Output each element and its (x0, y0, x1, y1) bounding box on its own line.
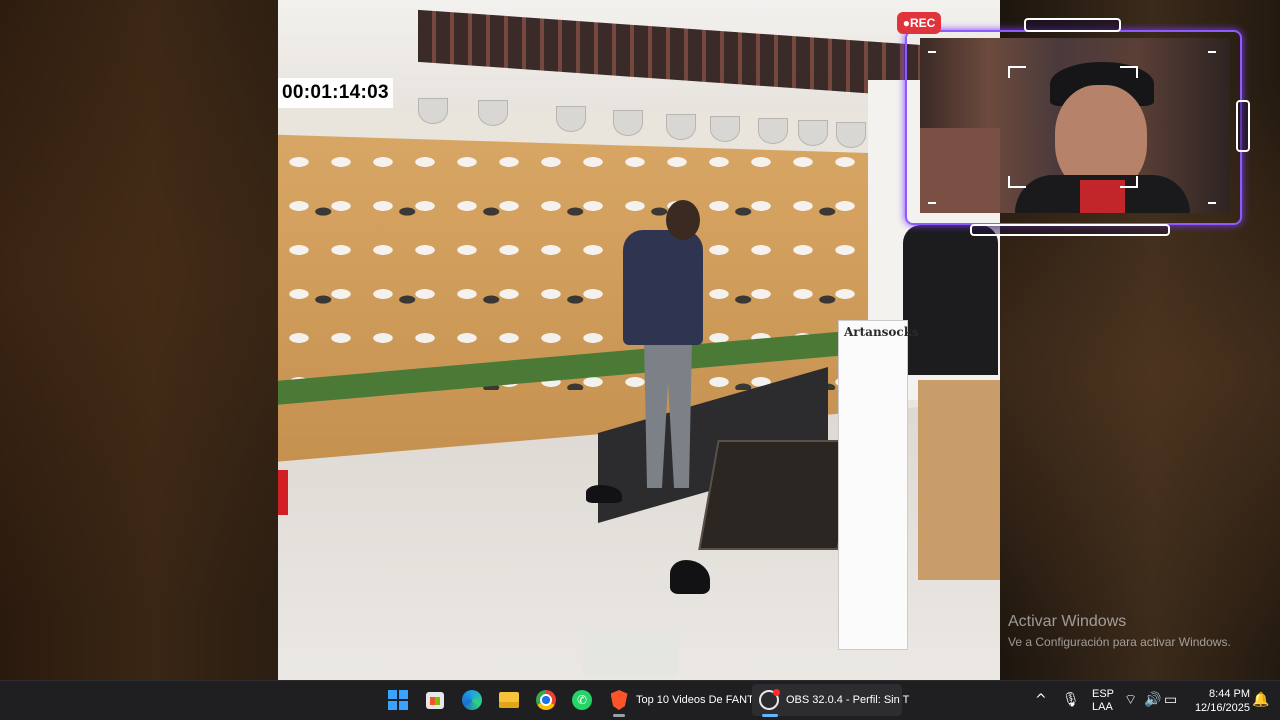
taskbar-store[interactable] (424, 689, 446, 711)
faded-overlay (583, 635, 678, 677)
brave-window-title[interactable]: Top 10 Videos De FANTA (636, 693, 760, 707)
show-hidden-icons-chevron-up-icon[interactable]: ^ (1035, 692, 1047, 708)
keyboard-layout-code: LAA (1092, 701, 1113, 713)
microphone-icon[interactable]: 🎙 (1062, 692, 1080, 708)
file-explorer-icon (499, 692, 519, 708)
taskbar-chrome[interactable] (535, 689, 557, 711)
customer-body (623, 230, 703, 345)
notification-bell-icon[interactable]: 🔔 (1252, 692, 1269, 708)
webcam-frame-side-tab (1236, 100, 1250, 152)
active-indicator (762, 714, 778, 717)
rec-badge: ●REC (897, 12, 941, 34)
running-indicator (613, 714, 625, 717)
whatsapp-icon: ✆ (572, 690, 592, 710)
taskbar-whatsapp[interactable]: ✆ (571, 689, 593, 711)
taskbar-file-explorer[interactable] (498, 689, 520, 711)
clock-date: 12/16/2025 (1194, 702, 1250, 714)
edge-icon (462, 690, 482, 710)
floor-shoe (586, 485, 622, 503)
brave-icon (610, 690, 628, 710)
ceiling-lamp (556, 106, 586, 132)
customer-head (666, 200, 700, 240)
ceiling-lamp (478, 100, 508, 126)
taskbar-edge[interactable] (461, 689, 483, 711)
ceiling-lamp (666, 114, 696, 140)
ceiling-lamp (613, 110, 643, 136)
activation-title: Activar Windows (1008, 613, 1127, 630)
obs-window-title[interactable]: OBS 32.0.4 - Perfil: Sin T (786, 693, 909, 707)
display-table (698, 440, 858, 550)
taskbar-clock[interactable]: 8:44 PM 12/16/2025 (1186, 687, 1250, 715)
ceiling-lamp (710, 116, 740, 142)
ceiling-lamp (418, 98, 448, 124)
webcam-frame-top-tab (1024, 18, 1121, 32)
chrome-icon (536, 690, 556, 710)
obs-app-button[interactable] (758, 689, 780, 711)
clock-time: 8:44 PM (1209, 688, 1250, 700)
language-code: ESP (1092, 688, 1115, 700)
employee-figure (903, 225, 998, 375)
volume-icon[interactable]: 🔊 (1144, 692, 1161, 708)
input-language-indicator[interactable]: ESP LAA (1092, 688, 1115, 714)
red-object (278, 470, 288, 515)
webcam-neon-frame (905, 30, 1242, 225)
sock-display-stand (838, 320, 908, 650)
taskbar-brave-app[interactable] (608, 689, 630, 711)
obs-icon (759, 689, 780, 710)
microsoft-store-icon (426, 691, 444, 709)
webcam-frame-bottom-tab (970, 224, 1170, 236)
activation-watermark: Activar Windows Ve a Configuración para … (1008, 612, 1231, 651)
windows-logo-icon (388, 690, 408, 710)
battery-icon[interactable]: ▭ (1164, 692, 1177, 708)
sock-brand-logo: Artansocks (844, 325, 919, 339)
start-button[interactable] (387, 689, 409, 711)
wifi-icon[interactable]: ⌔ (1124, 692, 1137, 708)
activation-subtitle: Ve a Configuración para activar Windows. (1008, 635, 1231, 649)
merch-table (918, 380, 1000, 580)
video-timestamp: 00:01:14:03 (278, 78, 393, 108)
